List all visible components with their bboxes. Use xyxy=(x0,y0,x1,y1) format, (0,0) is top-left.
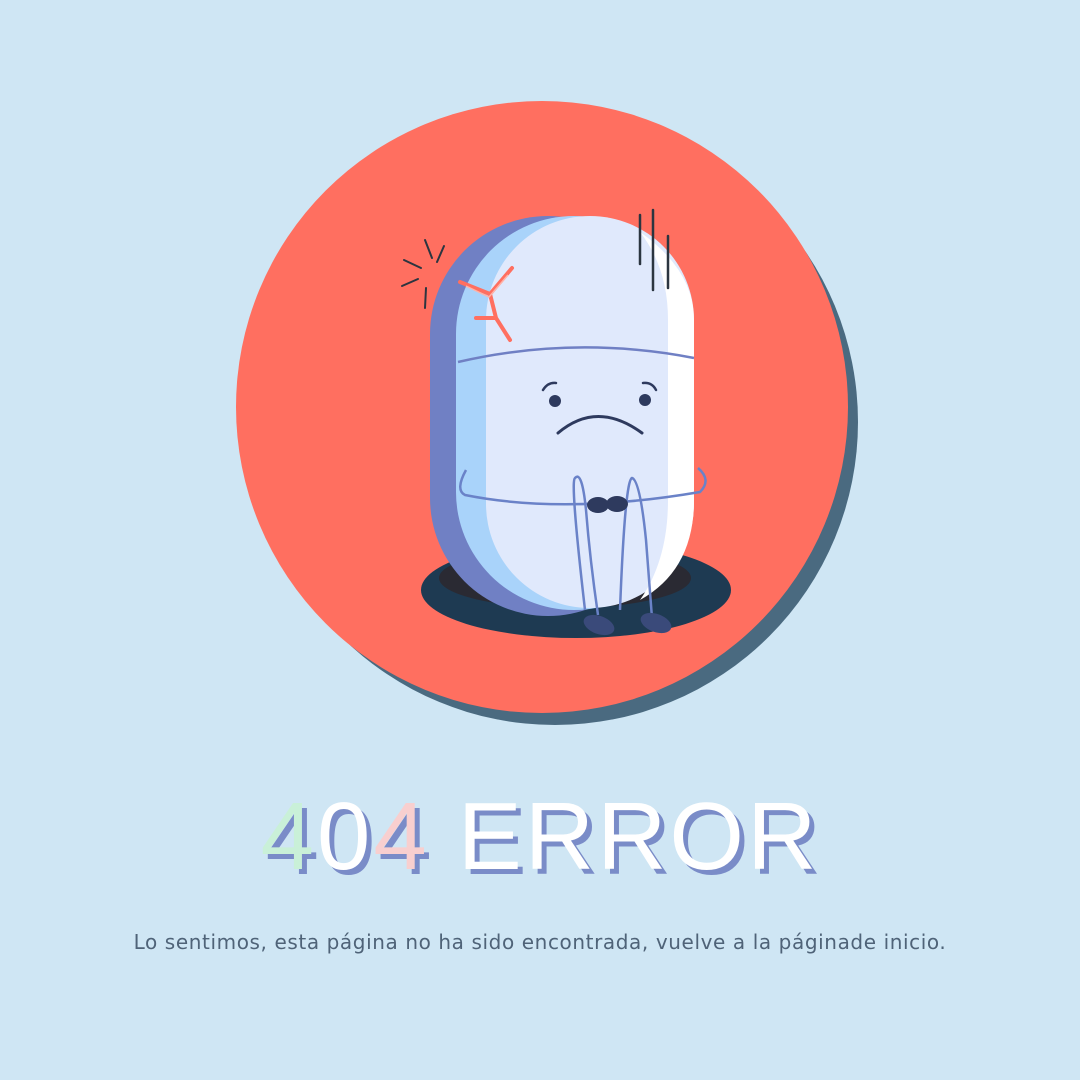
sad-pill-character-icon xyxy=(236,101,858,725)
error-digit-3: 4 xyxy=(373,783,430,890)
right-eye xyxy=(639,394,651,406)
error-word: ERROR xyxy=(457,783,820,890)
error-page: 404 ERROR Lo sentimos, esta página no ha … xyxy=(0,0,1080,1080)
error-digit-2: 0 xyxy=(316,783,374,890)
error-digit-1: 4 xyxy=(260,783,317,890)
error-message: Lo sentimos, esta página no ha sido enco… xyxy=(133,930,947,954)
error-title: 404 ERROR xyxy=(0,782,1080,892)
left-eye xyxy=(549,395,561,407)
